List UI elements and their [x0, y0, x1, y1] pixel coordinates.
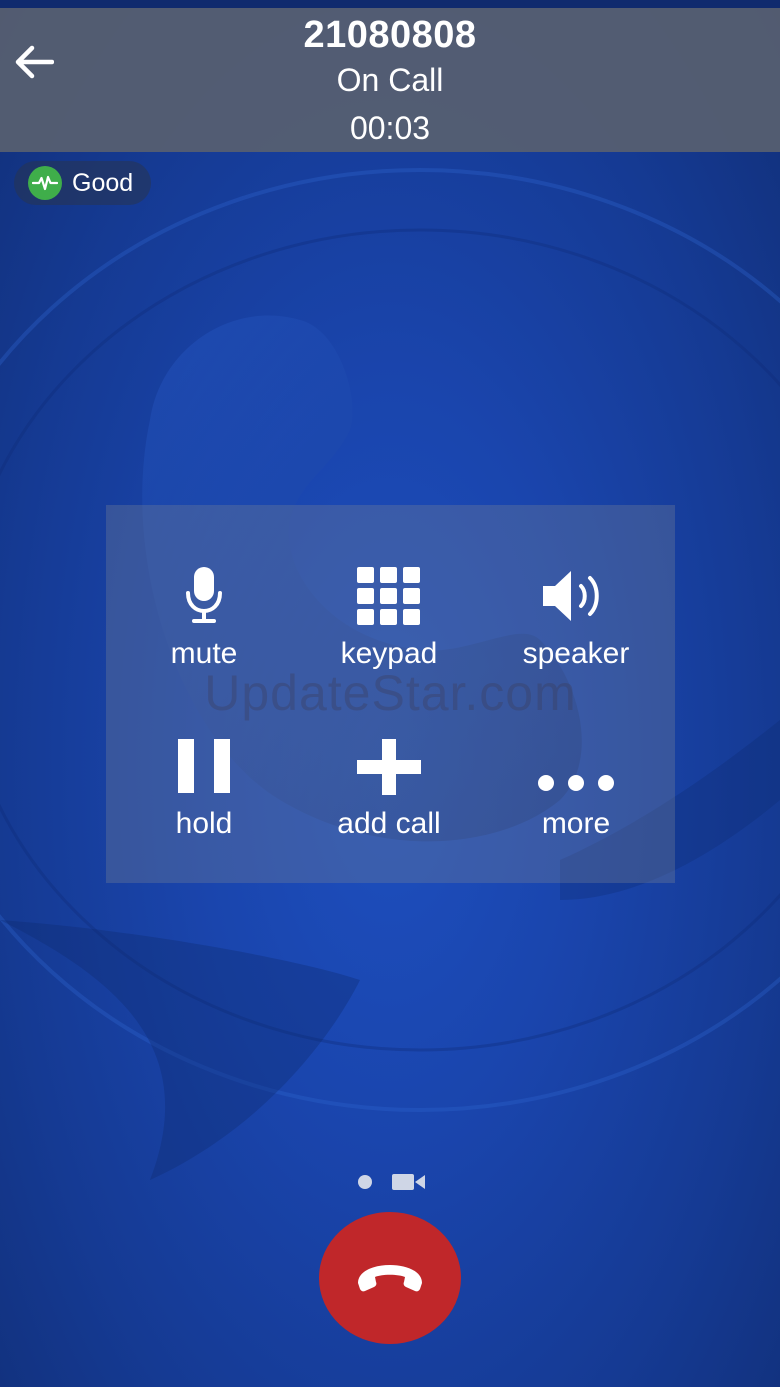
- keypad-button[interactable]: keypad: [294, 545, 484, 695]
- microphone-icon: [186, 567, 222, 623]
- speaker-button[interactable]: speaker: [481, 545, 671, 695]
- mute-button[interactable]: mute: [109, 545, 299, 695]
- dot-icon[interactable]: [358, 1175, 372, 1189]
- keypad-grid-icon: [357, 567, 420, 625]
- end-call-button[interactable]: [319, 1212, 461, 1344]
- mute-label: mute: [170, 637, 238, 670]
- call-quality-label: Good: [72, 168, 134, 197]
- page-indicator: [350, 1170, 430, 1194]
- status-bar: [0, 0, 780, 8]
- hold-button[interactable]: hold: [109, 715, 299, 865]
- hold-label: hold: [175, 807, 233, 840]
- video-camera-icon[interactable]: [392, 1173, 426, 1191]
- speaker-icon: [543, 571, 599, 621]
- call-screen: 21080808 On Call 00:03 Good mute keypad …: [0, 0, 780, 1387]
- call-header: 21080808 On Call 00:03: [0, 8, 780, 152]
- more-button[interactable]: more: [481, 715, 671, 865]
- pause-icon: [178, 739, 230, 793]
- add-call-label: add call: [337, 807, 441, 840]
- in-call-controls: mute keypad speaker hold add call more: [106, 505, 675, 883]
- phone-hangup-icon: [358, 1265, 422, 1292]
- plus-icon: [357, 739, 421, 795]
- speaker-label: speaker: [522, 637, 630, 670]
- pulse-icon: [28, 166, 62, 200]
- call-timer: 00:03: [349, 110, 431, 146]
- call-quality-badge[interactable]: Good: [14, 161, 152, 205]
- caller-number: 21080808: [303, 14, 477, 56]
- more-label: more: [541, 807, 611, 840]
- add-call-button[interactable]: add call: [294, 715, 484, 865]
- call-status: On Call: [336, 62, 444, 98]
- ellipsis-icon: [538, 775, 614, 791]
- keypad-label: keypad: [340, 637, 438, 670]
